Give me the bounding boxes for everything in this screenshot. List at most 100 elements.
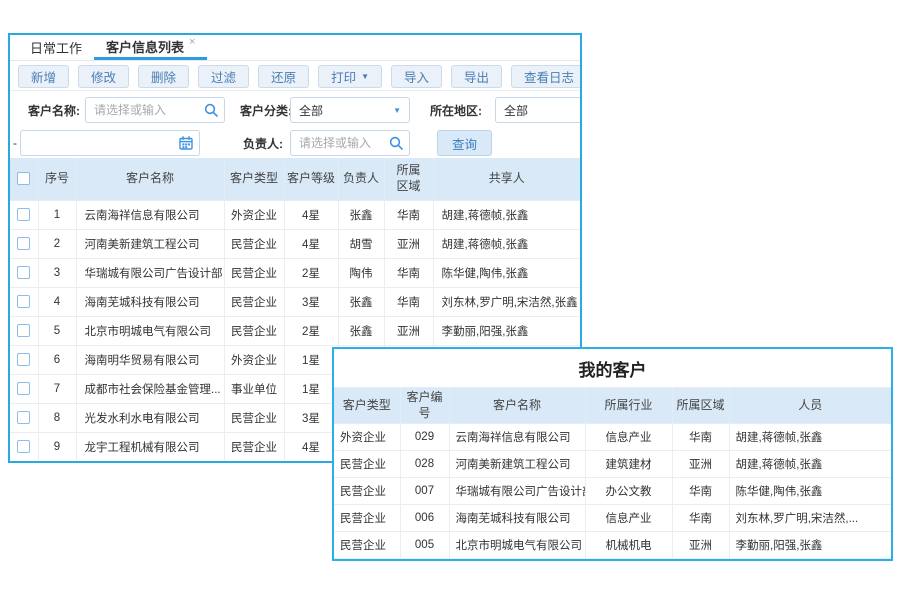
customer-type-cell: 事业单位 [224,374,284,403]
row-checkbox[interactable] [17,440,30,453]
persons-cell: 胡建,蒋德帧,张鑫 [729,424,891,451]
region-cell: 亚洲 [672,451,729,478]
toolbar: 新增 修改 删除 过滤 还原 打印 ▼ 导入 导出 查看日志 [10,62,580,91]
delete-button[interactable]: 删除 [138,65,189,88]
row-select-cell [10,316,38,345]
col-region: 所属区域 [672,388,729,424]
customer-name-link[interactable]: 光发水利水电有限公司 [76,403,224,432]
row-select-cell [10,403,38,432]
customer-name-link[interactable]: 华瑞城有限公司广告设计部 [76,258,224,287]
table-row[interactable]: 2 河南美新建筑工程公司 民营企业 4星 胡雪 亚洲 胡建,蒋德帧,张鑫 [10,229,580,258]
customer-name-link[interactable]: 海南芜城科技有限公司 [449,505,585,532]
table-row[interactable]: 外资企业 029 云南海祥信息有限公司 信息产业 华南 胡建,蒋德帧,张鑫 [334,424,891,451]
import-button[interactable]: 导入 [391,65,442,88]
customer-code-link[interactable]: 028 [400,451,449,478]
region-cell: 华南 [672,424,729,451]
my-customers-window: 我的客户 客户类型 客户编号 客户名称 所属行业 所属区域 人员 [332,347,893,561]
row-checkbox[interactable] [17,237,30,250]
customer-name-link[interactable]: 龙宇工程机械有限公司 [76,432,224,461]
table-row[interactable]: 民营企业 006 海南芜城科技有限公司 信息产业 华南 刘东林,罗广明,宋洁然,… [334,505,891,532]
date-input[interactable] [20,130,200,156]
search-icon[interactable] [204,103,218,117]
col-customer-level: 客户等级 [284,158,338,200]
tab-daily-work[interactable]: 日常工作 [18,35,94,60]
row-checkbox[interactable] [17,411,30,424]
row-select-cell [10,200,38,229]
customer-type-cell: 民营企业 [224,432,284,461]
table-row[interactable]: 5 北京市明城电气有限公司 民营企业 2星 张鑫 亚洲 李勤丽,阳强,张鑫 [10,316,580,345]
table-row[interactable]: 3 华瑞城有限公司广告设计部 民营企业 2星 陶伟 华南 陈华健,陶伟,张鑫 [10,258,580,287]
add-button[interactable]: 新增 [18,65,69,88]
serial-cell: 4 [38,287,76,316]
customer-code-link[interactable]: 007 [400,478,449,505]
owner-link[interactable]: 胡雪 [338,229,384,258]
restore-button[interactable]: 还原 [258,65,309,88]
table-row[interactable]: 民营企业 005 北京市明城电气有限公司 机械机电 亚洲 李勤丽,阳强,张鑫 [334,532,891,559]
customer-level-cell: 4星 [284,200,338,229]
customer-code-link[interactable]: 006 [400,505,449,532]
row-select-cell [10,345,38,374]
export-button[interactable]: 导出 [451,65,502,88]
row-checkbox[interactable] [17,382,30,395]
customer-name-link[interactable]: 北京市明城电气有限公司 [449,532,585,559]
table-row[interactable]: 民营企业 028 河南美新建筑工程公司 建筑建材 亚洲 胡建,蒋德帧,张鑫 [334,451,891,478]
customer-name-link[interactable]: 云南海祥信息有限公司 [449,424,585,451]
row-checkbox[interactable] [17,266,30,279]
row-select-cell [10,287,38,316]
row-checkbox[interactable] [17,324,30,337]
filter-button[interactable]: 过滤 [198,65,249,88]
owner-link[interactable]: 陶伟 [338,258,384,287]
customer-name-link[interactable]: 河南美新建筑工程公司 [449,451,585,478]
col-customer-name: 客户名称 [449,388,585,424]
customer-level-cell: 2星 [284,258,338,287]
close-icon[interactable]: × [189,36,195,48]
owner-link[interactable]: 张鑫 [338,316,384,345]
industry-cell: 机械机电 [585,532,672,559]
calendar-icon[interactable] [179,136,193,150]
table-row[interactable]: 1 云南海祥信息有限公司 外资企业 4星 张鑫 华南 胡建,蒋德帧,张鑫 [10,200,580,229]
customer-type-cell: 外资企业 [224,345,284,374]
serial-cell: 3 [38,258,76,287]
region-select[interactable]: 全部 [495,97,582,123]
chevron-down-icon: ▼ [393,106,401,115]
customer-name-link[interactable]: 华瑞城有限公司广告设计部 [449,478,585,505]
customer-name-link[interactable]: 河南美新建筑工程公司 [76,229,224,258]
serial-cell: 5 [38,316,76,345]
table-row[interactable]: 民营企业 007 华瑞城有限公司广告设计部 办公文教 华南 陈华健,陶伟,张鑫 [334,478,891,505]
serial-cell: 9 [38,432,76,461]
query-button[interactable]: 查询 [437,130,492,156]
edit-button[interactable]: 修改 [78,65,129,88]
customer-level-cell: 4星 [284,229,338,258]
category-select[interactable]: 全部 ▼ [290,97,410,123]
row-checkbox[interactable] [17,208,30,221]
my-customers-title: 我的客户 [334,349,891,387]
customer-name-link[interactable]: 海南芜城科技有限公司 [76,287,224,316]
owner-link[interactable]: 张鑫 [338,287,384,316]
row-checkbox[interactable] [17,295,30,308]
region-cell: 亚洲 [384,316,433,345]
row-checkbox[interactable] [17,353,30,366]
customer-name-link[interactable]: 海南明华贸易有限公司 [76,345,224,374]
page: 日常工作 客户信息列表 × 新增 修改 删除 过滤 还原 打印 ▼ 导入 导出 … [0,0,900,600]
customer-type-cell: 民营企业 [224,403,284,432]
search-icon[interactable] [389,136,403,150]
view-log-button[interactable]: 查看日志 [511,65,582,88]
customer-name-link[interactable]: 北京市明城电气有限公司 [76,316,224,345]
shared-cell: 李勤丽,阳强,张鑫 [433,316,580,345]
customer-name-link[interactable]: 云南海祥信息有限公司 [76,200,224,229]
region-cell: 华南 [384,287,433,316]
col-serial: 序号 [38,158,76,200]
customer-name-link[interactable]: 成都市社会保险基金管理... [76,374,224,403]
owner-link[interactable]: 张鑫 [338,200,384,229]
customer-level-cell: 1星 [284,345,338,374]
select-all-checkbox[interactable] [17,172,30,185]
customer-code-link[interactable]: 029 [400,424,449,451]
table-row[interactable]: 4 海南芜城科技有限公司 民营企业 3星 张鑫 华南 刘东林,罗广明,宋洁然,张… [10,287,580,316]
persons-cell: 李勤丽,阳强,张鑫 [729,532,891,559]
tab-customer-info-list[interactable]: 客户信息列表 × [94,35,207,60]
print-button[interactable]: 打印 ▼ [318,65,382,88]
customer-level-cell: 4星 [284,432,338,461]
shared-cell: 胡建,蒋德帧,张鑫 [433,229,580,258]
customer-code-link[interactable]: 005 [400,532,449,559]
customer-type-cell: 民营企业 [224,287,284,316]
